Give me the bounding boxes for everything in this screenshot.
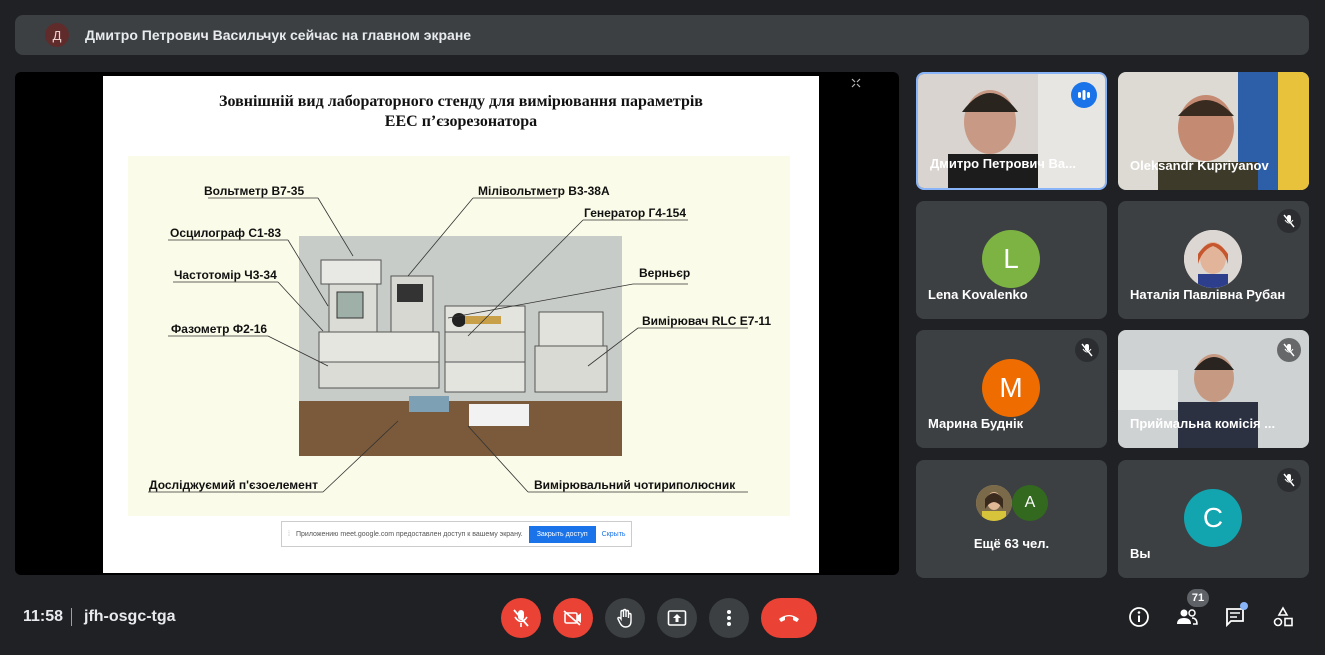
hide-notice-link[interactable]: Скрыть <box>602 531 626 538</box>
share-notice-text: Приложению meet.google.com предоставлен … <box>296 530 523 538</box>
participant-name: Oleksandr Kupriyanov <box>1130 158 1269 173</box>
stop-sharing-button[interactable]: Закрыть доступ <box>528 525 596 543</box>
slide-title-line2: ЕЕС п’єзорезонатора <box>384 113 538 130</box>
hang-up-icon <box>779 615 799 622</box>
activities-button[interactable] <box>1270 604 1296 630</box>
mic-off-icon <box>513 609 529 627</box>
meeting-code: jfh-osgc-tga <box>84 608 176 625</box>
avatar: M <box>982 359 1040 417</box>
label-oscillograph: Осцилограф С1-83 <box>170 226 282 240</box>
participant-tile[interactable]: L Lena Kovalenko <box>916 201 1107 319</box>
participants-button[interactable] <box>1174 604 1200 630</box>
control-bar: 11:58 jfh-osgc-tga 71 <box>0 585 1325 655</box>
equipment-figure: Вольтметр В7-35 Мілівольтметр В3-38А Ген… <box>128 156 790 516</box>
more-participants-label: Ещё 63 чел. <box>973 536 1050 551</box>
more-participants-tile[interactable]: A Ещё 63 чел. <box>916 460 1107 578</box>
participant-tile[interactable]: Приймальна комісія ... <box>1118 330 1309 448</box>
raise-hand-button[interactable] <box>605 598 645 638</box>
screen-share-notice: ⁞ Приложению meet.google.com предоставле… <box>281 521 632 547</box>
participant-tile[interactable]: Oleksandr Kupriyanov <box>1118 72 1309 190</box>
participants-count-badge: 71 <box>1187 589 1209 607</box>
speaking-indicator-icon <box>1071 82 1097 108</box>
people-icon <box>1177 609 1198 625</box>
label-piezo-element: Досліджуємий п'єзоелемент <box>149 478 318 492</box>
muted-mic-icon <box>1277 209 1301 233</box>
participant-name: Марина Буднік <box>928 416 1024 431</box>
participant-tile[interactable]: Дмитро Петрович Ва... <box>916 72 1107 190</box>
label-frequency-meter: Частотомір Ч3-34 <box>174 268 277 282</box>
label-rlc-meter: Вимірювач RLC Е7-11 <box>642 314 772 328</box>
label-phase-meter: Фазометр Ф2-16 <box>171 322 268 336</box>
avatar: L <box>982 230 1040 288</box>
participant-tile[interactable]: Наталія Павлівна Рубан <box>1118 201 1309 319</box>
presenter-avatar: Д <box>45 23 69 47</box>
label-generator: Генератор Г4-154 <box>584 206 686 220</box>
callout-lines <box>148 197 748 493</box>
participant-name: Вы <box>1130 546 1151 561</box>
fullscreen-icon[interactable] <box>851 77 861 91</box>
leave-call-button[interactable] <box>761 598 817 638</box>
presenter-banner-text: Дмитро Петрович Васильчук сейчас на глав… <box>85 27 472 43</box>
slide-title: Зовнішній вид лабораторного стенду для в… <box>103 92 819 132</box>
label-four-terminal: Вимірювальний чотириполюсник <box>534 478 736 492</box>
avatar: C <box>1184 489 1242 547</box>
avatar <box>976 485 1012 521</box>
chat-unread-dot <box>1240 602 1248 610</box>
info-icon <box>1129 607 1149 627</box>
camera-toggle-button[interactable] <box>553 598 593 638</box>
divider <box>71 608 72 626</box>
slide-title-line1: Зовнішній вид лабораторного стенду для в… <box>219 93 703 110</box>
microphone-toggle-button[interactable] <box>501 598 541 638</box>
muted-mic-icon <box>1075 338 1099 362</box>
participant-tile[interactable]: M Марина Буднік <box>916 330 1107 448</box>
participant-tile-self[interactable]: C Вы <box>1118 460 1309 578</box>
muted-mic-icon <box>1277 468 1301 492</box>
participant-name: Приймальна комісія ... <box>1130 416 1276 431</box>
label-voltmeter: Вольтметр В7-35 <box>204 184 305 198</box>
meeting-info-button[interactable] <box>1126 604 1152 630</box>
avatar <box>1184 230 1242 288</box>
present-icon <box>667 610 687 626</box>
activities-icon <box>1273 606 1293 627</box>
camera-off-icon <box>563 610 581 626</box>
muted-mic-icon <box>1277 338 1301 362</box>
avatar: A <box>1012 485 1048 521</box>
participant-name: Дмитро Петрович Ва... <box>930 156 1076 171</box>
participant-name: Lena Kovalenko <box>928 287 1028 302</box>
clock: 11:58 <box>23 608 64 625</box>
label-vernier: Верньєр <box>639 266 691 280</box>
presenter-banner: Д Дмитро Петрович Васильчук сейчас на гл… <box>15 15 1309 55</box>
drag-handle-icon[interactable]: ⁞ <box>282 531 296 538</box>
presentation-stage[interactable]: Зовнішній вид лабораторного стенду для в… <box>15 72 899 575</box>
more-vert-icon <box>727 610 731 626</box>
present-screen-button[interactable] <box>657 598 697 638</box>
participant-name: Наталія Павлівна Рубан <box>1130 287 1286 302</box>
shared-slide: Зовнішній вид лабораторного стенду для в… <box>103 76 819 573</box>
more-options-button[interactable] <box>709 598 749 638</box>
label-millivoltmeter: Мілівольтметр В3-38А <box>478 184 610 198</box>
hand-icon <box>617 608 632 628</box>
